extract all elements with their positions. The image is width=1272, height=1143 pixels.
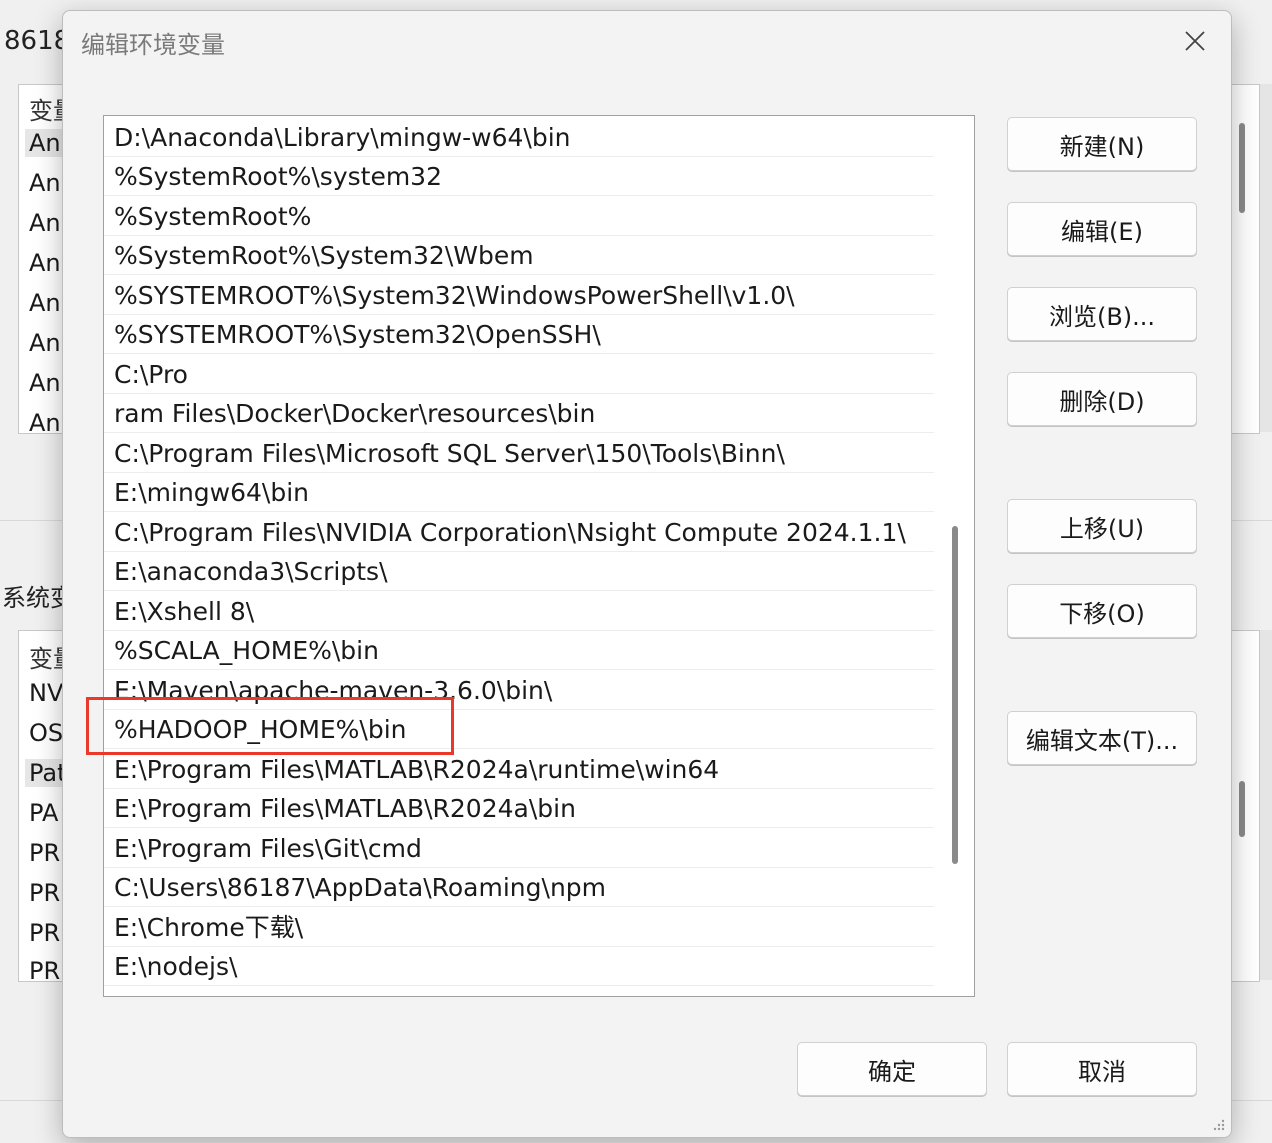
system-variable-row[interactable]: OS: [29, 719, 63, 747]
path-entry[interactable]: %SYSTEMROOT%\System32\WindowsPowerShell\…: [104, 276, 934, 315]
close-button[interactable]: [1177, 23, 1213, 59]
user-variable-row[interactable]: An: [29, 329, 61, 357]
user-variable-row[interactable]: An: [29, 409, 61, 433]
path-entry-text: E:\Chrome下载\: [114, 913, 304, 942]
ok-button[interactable]: 确定: [797, 1042, 987, 1096]
user-variable-row[interactable]: An: [29, 249, 61, 277]
system-variable-row[interactable]: PR: [29, 957, 60, 981]
path-entries-list[interactable]: D:\Anaconda\Library\mingw-w64\bin %Syste…: [103, 115, 975, 997]
delete-button[interactable]: 删除(D): [1007, 372, 1197, 426]
path-entry[interactable]: C:\Program Files\Microsoft SQL Server\15…: [104, 434, 934, 473]
path-entry-text: %SystemRoot%\system32: [114, 162, 442, 191]
path-entry-text: C:\Program Files\Microsoft SQL Server\15…: [114, 439, 785, 468]
path-entry-text: C:\Users\86187\AppData\Roaming\npm: [114, 873, 607, 902]
resize-grip-icon[interactable]: [1211, 1117, 1225, 1131]
path-entry-text: E:\Program Files\MATLAB\R2024a\runtime\w…: [114, 755, 720, 784]
edit-text-button[interactable]: 编辑文本(T)...: [1007, 711, 1197, 765]
path-entry-text: %SystemRoot%\System32\Wbem: [114, 241, 534, 270]
path-entry-highlighted[interactable]: %HADOOP_HOME%\bin: [104, 710, 934, 749]
path-entry[interactable]: E:\anaconda3\Scripts\: [104, 552, 934, 591]
edit-button[interactable]: 编辑(E): [1007, 202, 1197, 256]
path-entry-text: C:\Program Files\NVIDIA Corporation\Nsig…: [114, 518, 906, 547]
system-variable-row[interactable]: PR: [29, 839, 60, 867]
path-entry[interactable]: ram Files\Docker\Docker\resources\bin: [104, 394, 934, 433]
dialog-title: 编辑环境变量: [81, 31, 225, 59]
path-entry[interactable]: C:\Pro: [104, 355, 934, 394]
system-variable-row[interactable]: NV: [29, 679, 63, 707]
system-variable-row[interactable]: PR: [29, 919, 60, 947]
browse-button[interactable]: 浏览(B)...: [1007, 287, 1197, 341]
path-entry-text: %HADOOP_HOME%\bin: [114, 715, 407, 744]
system-variables-scrollbar[interactable]: [1239, 781, 1245, 837]
new-button[interactable]: 新建(N): [1007, 117, 1197, 171]
path-entry-text: %SystemRoot%: [114, 202, 312, 231]
path-entry-text: E:\Maven\apache-maven-3.6.0\bin\: [114, 676, 553, 705]
path-entry[interactable]: %SCALA_HOME%\bin: [104, 631, 934, 670]
path-entry-text: E:\Program Files\MATLAB\R2024a\bin: [114, 794, 576, 823]
close-icon: [1185, 31, 1205, 51]
path-entry[interactable]: E:\Maven\apache-maven-3.6.0\bin\: [104, 671, 934, 710]
user-variables-scrollbar[interactable]: [1239, 123, 1245, 213]
path-entry-text: %SYSTEMROOT%\System32\WindowsPowerShell\…: [114, 281, 795, 310]
path-entry-text: E:\anaconda3\Scripts\: [114, 557, 388, 586]
path-entry[interactable]: %SystemRoot%\System32\Wbem: [104, 236, 934, 275]
user-variable-row[interactable]: An: [29, 169, 61, 197]
path-entry[interactable]: C:\Users\86187\AppData\Roaming\npm: [104, 868, 934, 907]
path-entry-text: E:\mingw64\bin: [114, 478, 309, 507]
list-scrollbar[interactable]: [952, 526, 958, 864]
user-variable-row[interactable]: An: [29, 289, 61, 317]
path-entry[interactable]: E:\Program Files\Git\cmd: [104, 829, 934, 868]
path-entry-text: ram Files\Docker\Docker\resources\bin: [114, 399, 596, 428]
cancel-button[interactable]: 取消: [1007, 1042, 1197, 1096]
path-entry[interactable]: E:\mingw64\bin: [104, 473, 934, 512]
path-entry[interactable]: C:\Program Files\NVIDIA Corporation\Nsig…: [104, 513, 934, 552]
parent-window-title: 8618: [4, 26, 71, 56]
path-entry[interactable]: D:\Anaconda\Library\mingw-w64\bin: [104, 118, 934, 157]
path-entry-text: E:\Xshell 8\: [114, 597, 255, 626]
path-entry[interactable]: E:\Chrome下载\: [104, 908, 934, 947]
path-entry[interactable]: %SYSTEMROOT%\System32\OpenSSH\: [104, 315, 934, 354]
edit-environment-variable-dialog: 编辑环境变量 D:\Anaconda\Library\mingw-w64\bin…: [62, 10, 1232, 1138]
path-entry-text: D:\Anaconda\Library\mingw-w64\bin: [114, 123, 571, 152]
path-entry[interactable]: E:\Program Files\MATLAB\R2024a\bin: [104, 789, 934, 828]
path-entry[interactable]: %SystemRoot%\system32: [104, 157, 934, 196]
user-variable-row[interactable]: An: [29, 369, 61, 397]
system-variable-row[interactable]: PR: [29, 879, 60, 907]
path-entry-text: C:\Pro: [114, 360, 188, 389]
path-entry[interactable]: E:\Program Files\MATLAB\R2024a\runtime\w…: [104, 750, 934, 789]
user-variable-row[interactable]: An: [29, 209, 61, 237]
system-variable-row[interactable]: PA: [29, 799, 58, 827]
path-entry-text: %SCALA_HOME%\bin: [114, 636, 379, 665]
move-down-button[interactable]: 下移(O): [1007, 584, 1197, 638]
path-entry[interactable]: E:\Xshell 8\: [104, 592, 934, 631]
path-entry[interactable]: E:\nodejs\: [104, 947, 934, 986]
path-entry-text: E:\nodejs\: [114, 952, 238, 981]
move-up-button[interactable]: 上移(U): [1007, 499, 1197, 553]
path-entry-text: E:\Program Files\Git\cmd: [114, 834, 422, 863]
path-entry[interactable]: %SystemRoot%: [104, 197, 934, 236]
path-entry-text: %SYSTEMROOT%\System32\OpenSSH\: [114, 320, 601, 349]
